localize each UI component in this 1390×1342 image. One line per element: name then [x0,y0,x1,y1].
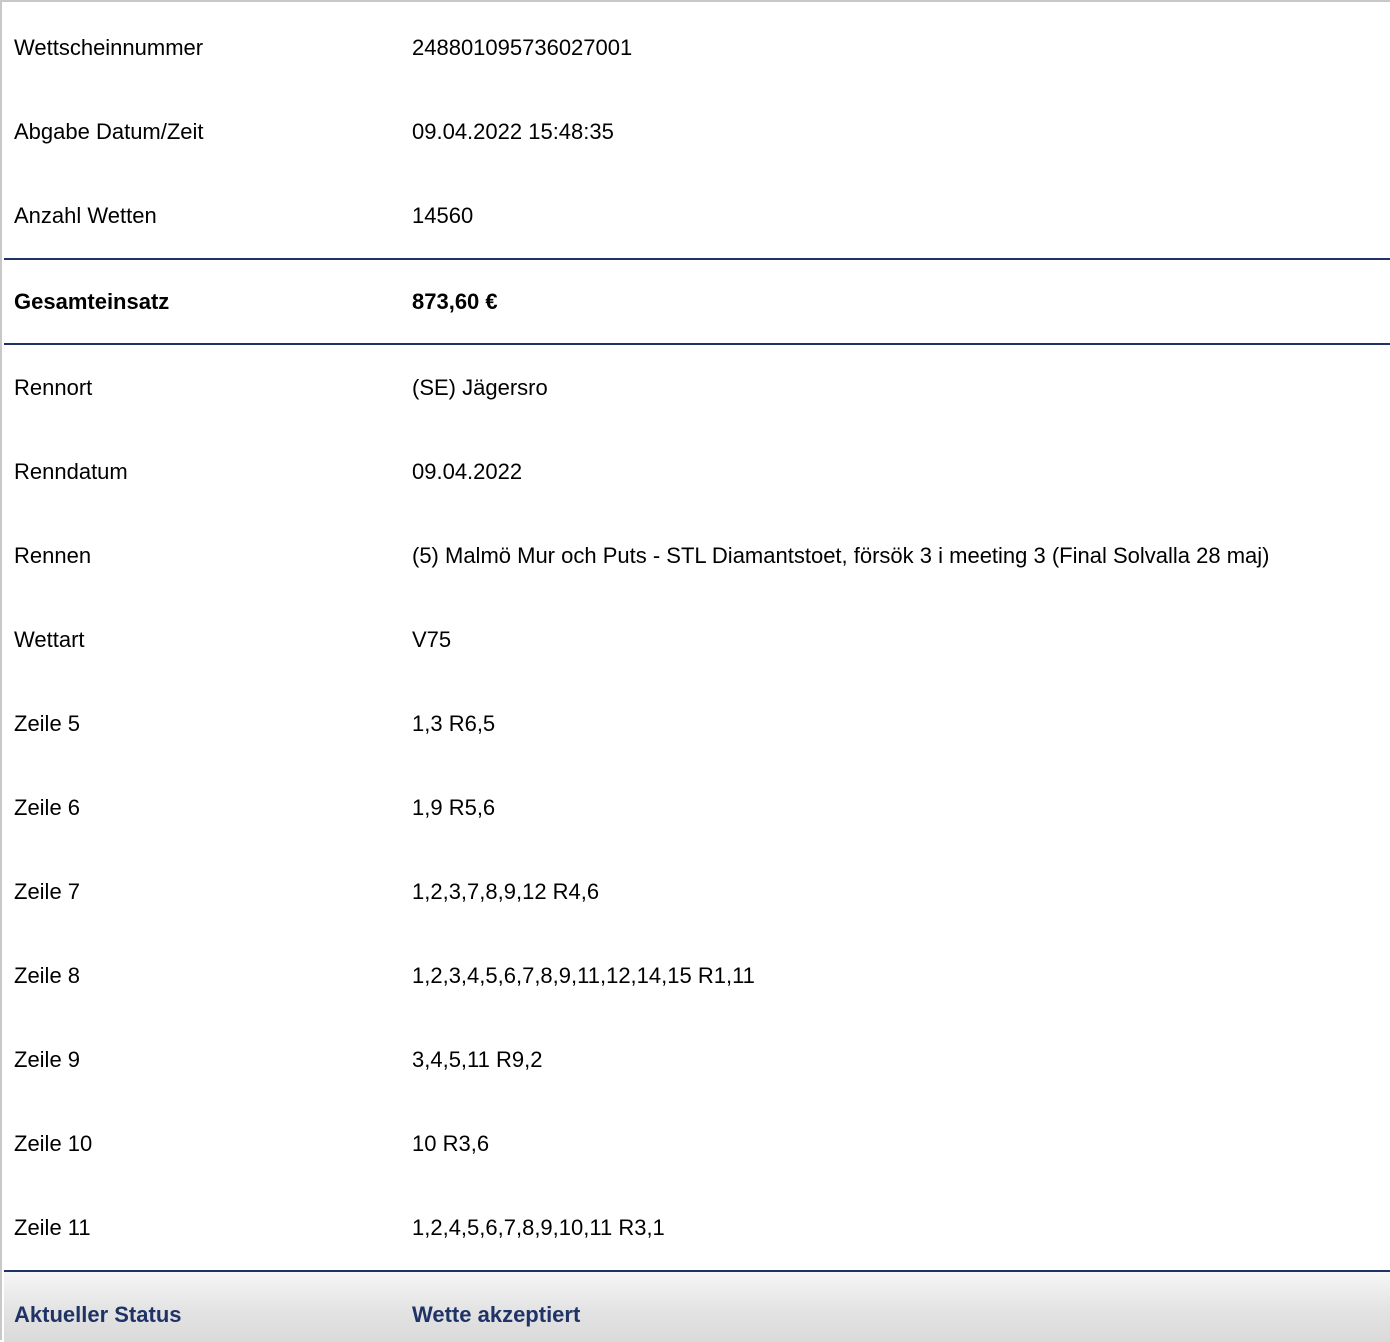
row-label: Zeile 5 [14,711,81,736]
row-zeile-9: Zeile 9 3,4,5,11 R9,2 [4,1016,1390,1100]
row-label: Rennort [14,375,93,400]
row-zeile-10: Zeile 10 10 R3,6 [4,1100,1390,1184]
row-zeile-7: Zeile 7 1,2,3,7,8,9,12 R4,6 [4,848,1390,932]
row-label: Renndatum [14,459,128,484]
row-label: Zeile 9 [14,1047,81,1072]
row-label: Zeile 11 [14,1215,91,1240]
row-value: 09.04.2022 15:48:35 [412,119,614,144]
row-value: 14560 [412,203,474,228]
status-label: Aktueller Status [14,1302,182,1327]
row-zeile-8: Zeile 8 1,2,3,4,5,6,7,8,9,11,12,14,15 R1… [4,932,1390,1016]
row-value: 1,2,3,4,5,6,7,8,9,11,12,14,15 R1,11 [412,963,755,988]
row-label: Zeile 8 [14,963,81,988]
status-bar: Aktueller Status Wette akzeptiert [4,1270,1390,1342]
status-value: Wette akzeptiert [412,1302,581,1327]
row-value: 09.04.2022 [412,459,523,484]
row-label: Wettart [14,627,85,652]
row-renndatum: Renndatum 09.04.2022 [4,428,1390,512]
row-wettscheinnummer: Wettscheinnummer 248801095736027001 [4,4,1390,88]
row-rennort: Rennort (SE) Jägersro [4,344,1390,428]
row-value: (SE) Jägersro [412,375,548,400]
row-value: 1,2,4,5,6,7,8,9,10,11 R3,1 [412,1215,665,1240]
row-label: Wettscheinnummer [14,35,204,60]
row-value: 10 R3,6 [412,1131,490,1156]
row-label: Abgabe Datum/Zeit [14,119,204,144]
row-rennen: Rennen (5) Malmö Mur och Puts - STL Diam… [4,512,1390,596]
row-label: Rennen [14,543,92,568]
row-zeile-11: Zeile 11 1,2,4,5,6,7,8,9,10,11 R3,1 [4,1184,1390,1268]
total-label: Gesamteinsatz [14,289,170,314]
row-label: Zeile 10 [14,1131,93,1156]
row-value: 1,2,3,7,8,9,12 R4,6 [412,879,600,904]
row-value: (5) Malmö Mur och Puts - STL Diamantstoe… [412,543,1270,568]
row-label: Anzahl Wetten [14,203,157,228]
row-label: Zeile 7 [14,879,81,904]
bet-details-panel: Wettscheinnummer 248801095736027001 Abga… [0,0,1390,1342]
row-gesamteinsatz: Gesamteinsatz 873,60 € [4,258,1390,342]
row-anzahl-wetten: Anzahl Wetten 14560 [4,172,1390,256]
total-value: 873,60 € [412,289,498,314]
row-abgabe-datum-zeit: Abgabe Datum/Zeit 09.04.2022 15:48:35 [4,88,1390,172]
row-value: 1,9 R5,6 [412,795,496,820]
row-value: 3,4,5,11 R9,2 [412,1047,543,1072]
row-wettart: Wettart V75 [4,596,1390,680]
row-value: 248801095736027001 [412,35,633,60]
row-label: Zeile 6 [14,795,81,820]
row-value: V75 [412,627,452,652]
row-value: 1,3 R6,5 [412,711,496,736]
row-zeile-6: Zeile 6 1,9 R5,6 [4,764,1390,848]
row-zeile-5: Zeile 5 1,3 R6,5 [4,680,1390,764]
